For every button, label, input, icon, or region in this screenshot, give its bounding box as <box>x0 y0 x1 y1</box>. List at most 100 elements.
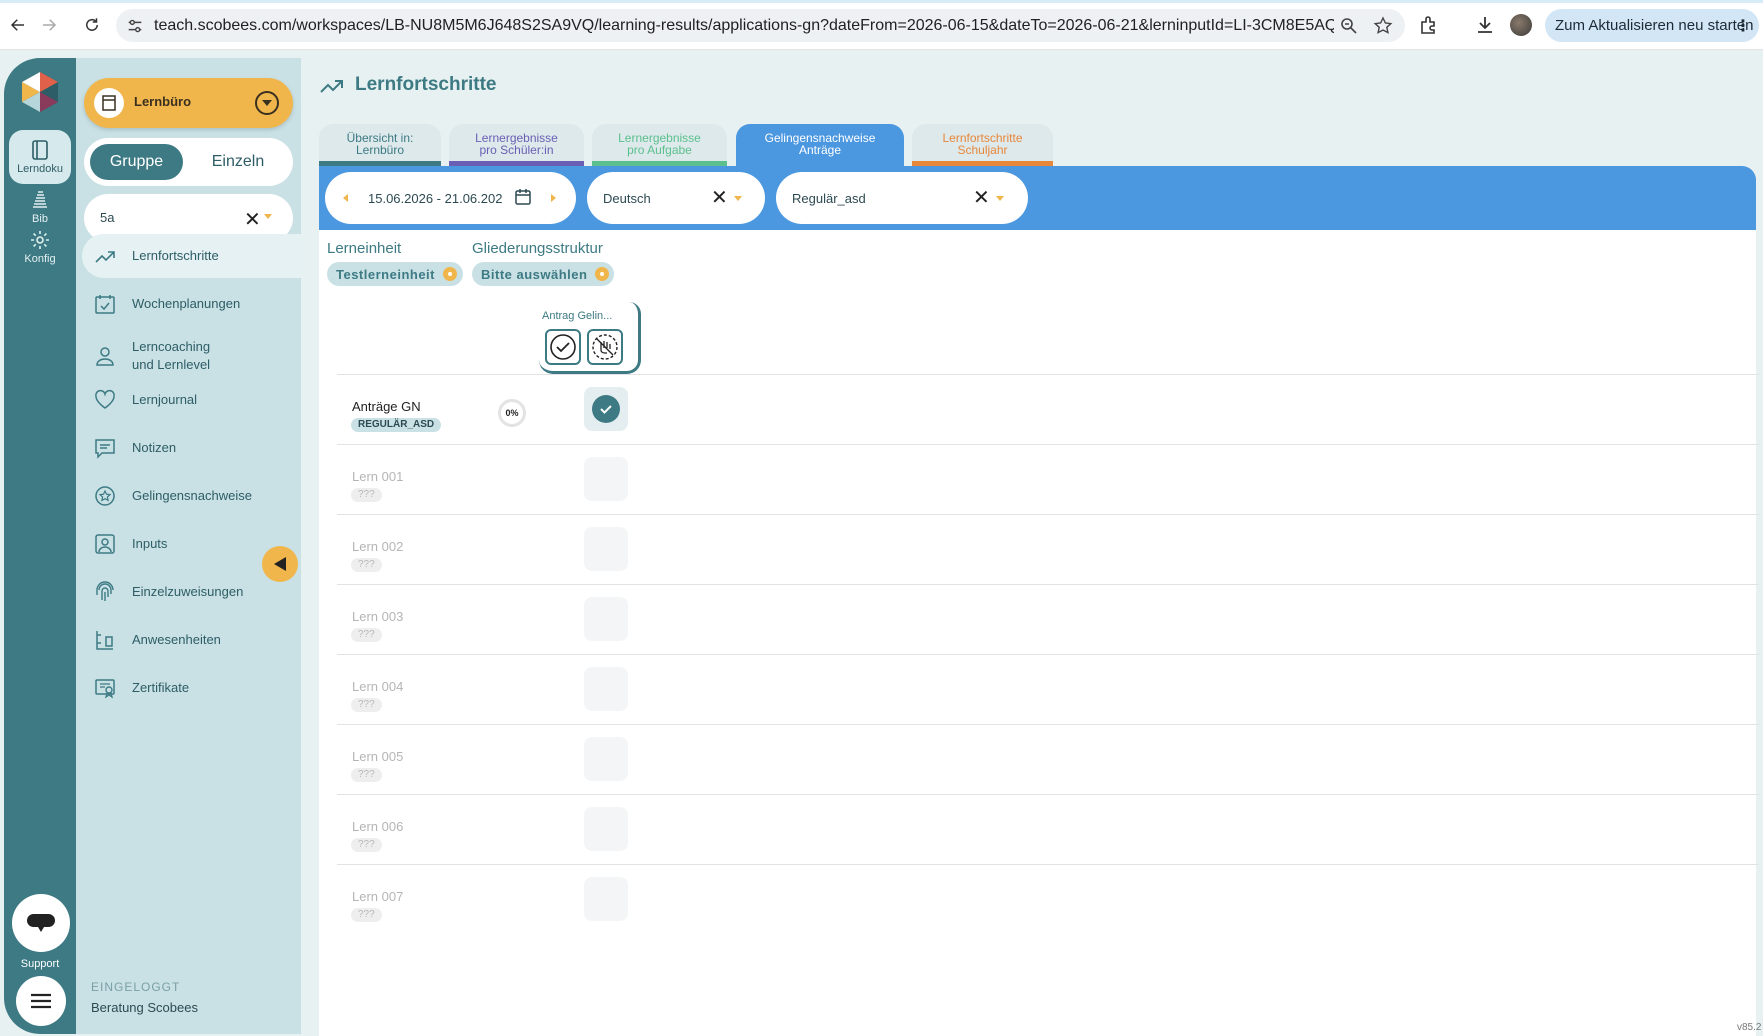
gliederung-selector[interactable]: Bitte auswählen <box>472 262 614 286</box>
subject-selector[interactable]: Deutsch ✕ <box>587 172 765 224</box>
workspace-selector[interactable]: Lernbüro <box>84 78 293 128</box>
back-icon[interactable] <box>6 13 30 37</box>
rail-item-label: Konfig <box>24 253 56 265</box>
browser-chrome: teach.scobees.com/workspaces/LB-NU8M5M6J… <box>0 0 1763 50</box>
nav-item-label: Wochenplanungen <box>132 296 241 311</box>
date-range-text: 15.06.2026 - 21.06.202 <box>368 191 503 206</box>
tab-gn-applications[interactable]: Gelingensnachweise Anträge <box>736 124 904 168</box>
table-row: Anträge GN REGULÄR_ASD 0% <box>337 374 1759 444</box>
lerneinheit-label: Lerneinheit <box>327 240 402 257</box>
row-name: Lern 007 <box>352 889 404 904</box>
update-restart-button[interactable]: Zum Aktualisieren neu starten ⋮ <box>1545 9 1759 42</box>
chevron-down-icon[interactable] <box>996 196 1004 201</box>
nav-item-anwesenheiten[interactable]: Anwesenheiten <box>82 618 301 662</box>
level-selector[interactable]: Regulär_asd ✕ <box>776 172 1028 224</box>
rail-item-lerndoku[interactable]: Lerndoku <box>9 130 71 184</box>
clear-icon[interactable]: ✕ <box>711 185 728 210</box>
lerneinheit-value: Testlerneinheit <box>336 266 436 282</box>
page-header: Lernfortschritte <box>319 74 496 96</box>
nav-item-label: Inputs <box>132 536 168 551</box>
tab-line2: pro Aufgabe <box>627 143 692 157</box>
application-cell[interactable] <box>584 737 628 781</box>
row-tag: ??? <box>351 698 382 712</box>
table-row: Lern 007??? <box>337 864 1759 934</box>
page-title: Lernfortschritte <box>355 74 497 95</box>
row-tag: ??? <box>351 768 382 782</box>
forward-icon[interactable] <box>37 13 61 37</box>
more-menu-icon[interactable]: ⋮ <box>1735 16 1751 36</box>
lerneinheit-selector[interactable]: Testlerneinheit <box>327 262 463 286</box>
row-tag: ??? <box>351 908 382 922</box>
calendar-check-icon <box>92 291 118 317</box>
application-cell[interactable] <box>584 877 628 921</box>
application-cell[interactable] <box>584 387 628 431</box>
extensions-icon[interactable] <box>1418 14 1440 36</box>
row-name: Lern 005 <box>352 749 404 764</box>
row-tag: ??? <box>351 488 382 502</box>
results-panel: Lerneinheit Testlerneinheit Gliederungss… <box>319 230 1759 1036</box>
check-icon <box>592 395 620 423</box>
scobees-logo[interactable] <box>18 70 62 114</box>
reject-all-button[interactable] <box>587 329 623 365</box>
site-settings-icon[interactable] <box>126 17 144 35</box>
chevron-down-icon[interactable] <box>734 196 742 201</box>
application-cell[interactable] <box>584 527 628 571</box>
application-cell[interactable] <box>584 597 628 641</box>
next-week-icon[interactable] <box>551 194 556 202</box>
nav-item-zertifikate[interactable]: Zertifikate <box>82 666 301 710</box>
tab-results-per-student[interactable]: Lernergebnisse pro Schüler:in <box>449 124 584 166</box>
tab-overview[interactable]: Übersicht in: Lernbüro <box>319 124 441 166</box>
reload-icon[interactable] <box>80 13 104 37</box>
date-range-picker[interactable]: 15.06.2026 - 21.06.202 <box>325 172 576 224</box>
nav-item-lerncoaching[interactable]: Lerncoaching und Lernlevel <box>82 328 301 384</box>
nav-item-notizen[interactable]: Notizen <box>82 426 301 470</box>
url-text[interactable]: teach.scobees.com/workspaces/LB-NU8M5M6J… <box>154 17 1334 35</box>
nav-item-label: Zertifikate <box>132 680 190 695</box>
nav-item-label: Lernfortschritte <box>132 248 219 263</box>
nav-item-label: Gelingensnachweise <box>132 488 252 503</box>
hamburger-icon <box>31 993 51 1009</box>
row-name[interactable]: Anträge GN <box>352 399 421 414</box>
filter-bar: 15.06.2026 - 21.06.202 Deutsch ✕ Regulär… <box>319 166 1756 230</box>
application-cell[interactable] <box>584 457 628 501</box>
dropdown-dot-icon <box>595 267 610 281</box>
row-tag: ??? <box>351 628 382 642</box>
clear-icon[interactable]: ✕ <box>244 207 261 232</box>
profile-avatar[interactable] <box>1510 14 1532 36</box>
nav-item-wochenplanungen[interactable]: Wochenplanungen <box>82 282 301 326</box>
tab-school-year[interactable]: Lernfortschritte Schuljahr <box>912 124 1053 166</box>
subject-value: Deutsch <box>603 191 651 206</box>
table-row: Lern 002??? <box>337 514 1759 584</box>
download-icon[interactable] <box>1474 14 1496 36</box>
update-restart-label: Zum Aktualisieren neu starten <box>1555 17 1754 34</box>
rail-item-konfig[interactable]: Konfig <box>9 220 71 274</box>
application-cell[interactable] <box>584 807 628 851</box>
column-header-antrag: Antrag Gelin... <box>539 302 641 374</box>
application-cell[interactable] <box>584 667 628 711</box>
support-button[interactable] <box>12 894 70 952</box>
collapse-sidebar-button[interactable] <box>262 546 298 582</box>
row-tag: ??? <box>351 838 382 852</box>
mode-single-button[interactable]: Einzeln <box>188 144 288 180</box>
tab-results-per-task[interactable]: Lernergebnisse pro Aufgabe <box>592 124 727 166</box>
address-bar[interactable]: teach.scobees.com/workspaces/LB-NU8M5M6J… <box>116 9 1405 42</box>
column-title: Antrag Gelin... <box>542 310 613 322</box>
chevron-down-icon[interactable] <box>264 214 272 219</box>
calendar-icon[interactable] <box>514 188 532 206</box>
main-menu-button[interactable] <box>16 976 66 1026</box>
nav-item-lernjournal[interactable]: Lernjournal <box>82 378 301 422</box>
bookmark-star-icon[interactable] <box>1373 16 1393 36</box>
mode-group-button[interactable]: Gruppe <box>90 144 183 180</box>
clear-icon[interactable]: ✕ <box>973 185 990 210</box>
previous-week-icon[interactable] <box>343 194 348 202</box>
zoom-icon[interactable] <box>1339 16 1359 36</box>
row-name: Lern 004 <box>352 679 404 694</box>
approve-all-button[interactable] <box>545 329 581 365</box>
nav-item-lernfortschritte[interactable]: Lernfortschritte <box>82 234 301 278</box>
sidebar: Lernbüro Gruppe Einzeln 5a ✕ Lernfortsch… <box>76 58 301 1034</box>
nav-item-gelingensnachweise[interactable]: Gelingensnachweise <box>82 474 301 518</box>
nav-item-label: Lernjournal <box>132 392 198 407</box>
chevron-down-icon[interactable] <box>255 91 279 115</box>
workspace-name: Lernbüro <box>134 94 192 109</box>
tab-line2: Schuljahr <box>957 143 1008 157</box>
